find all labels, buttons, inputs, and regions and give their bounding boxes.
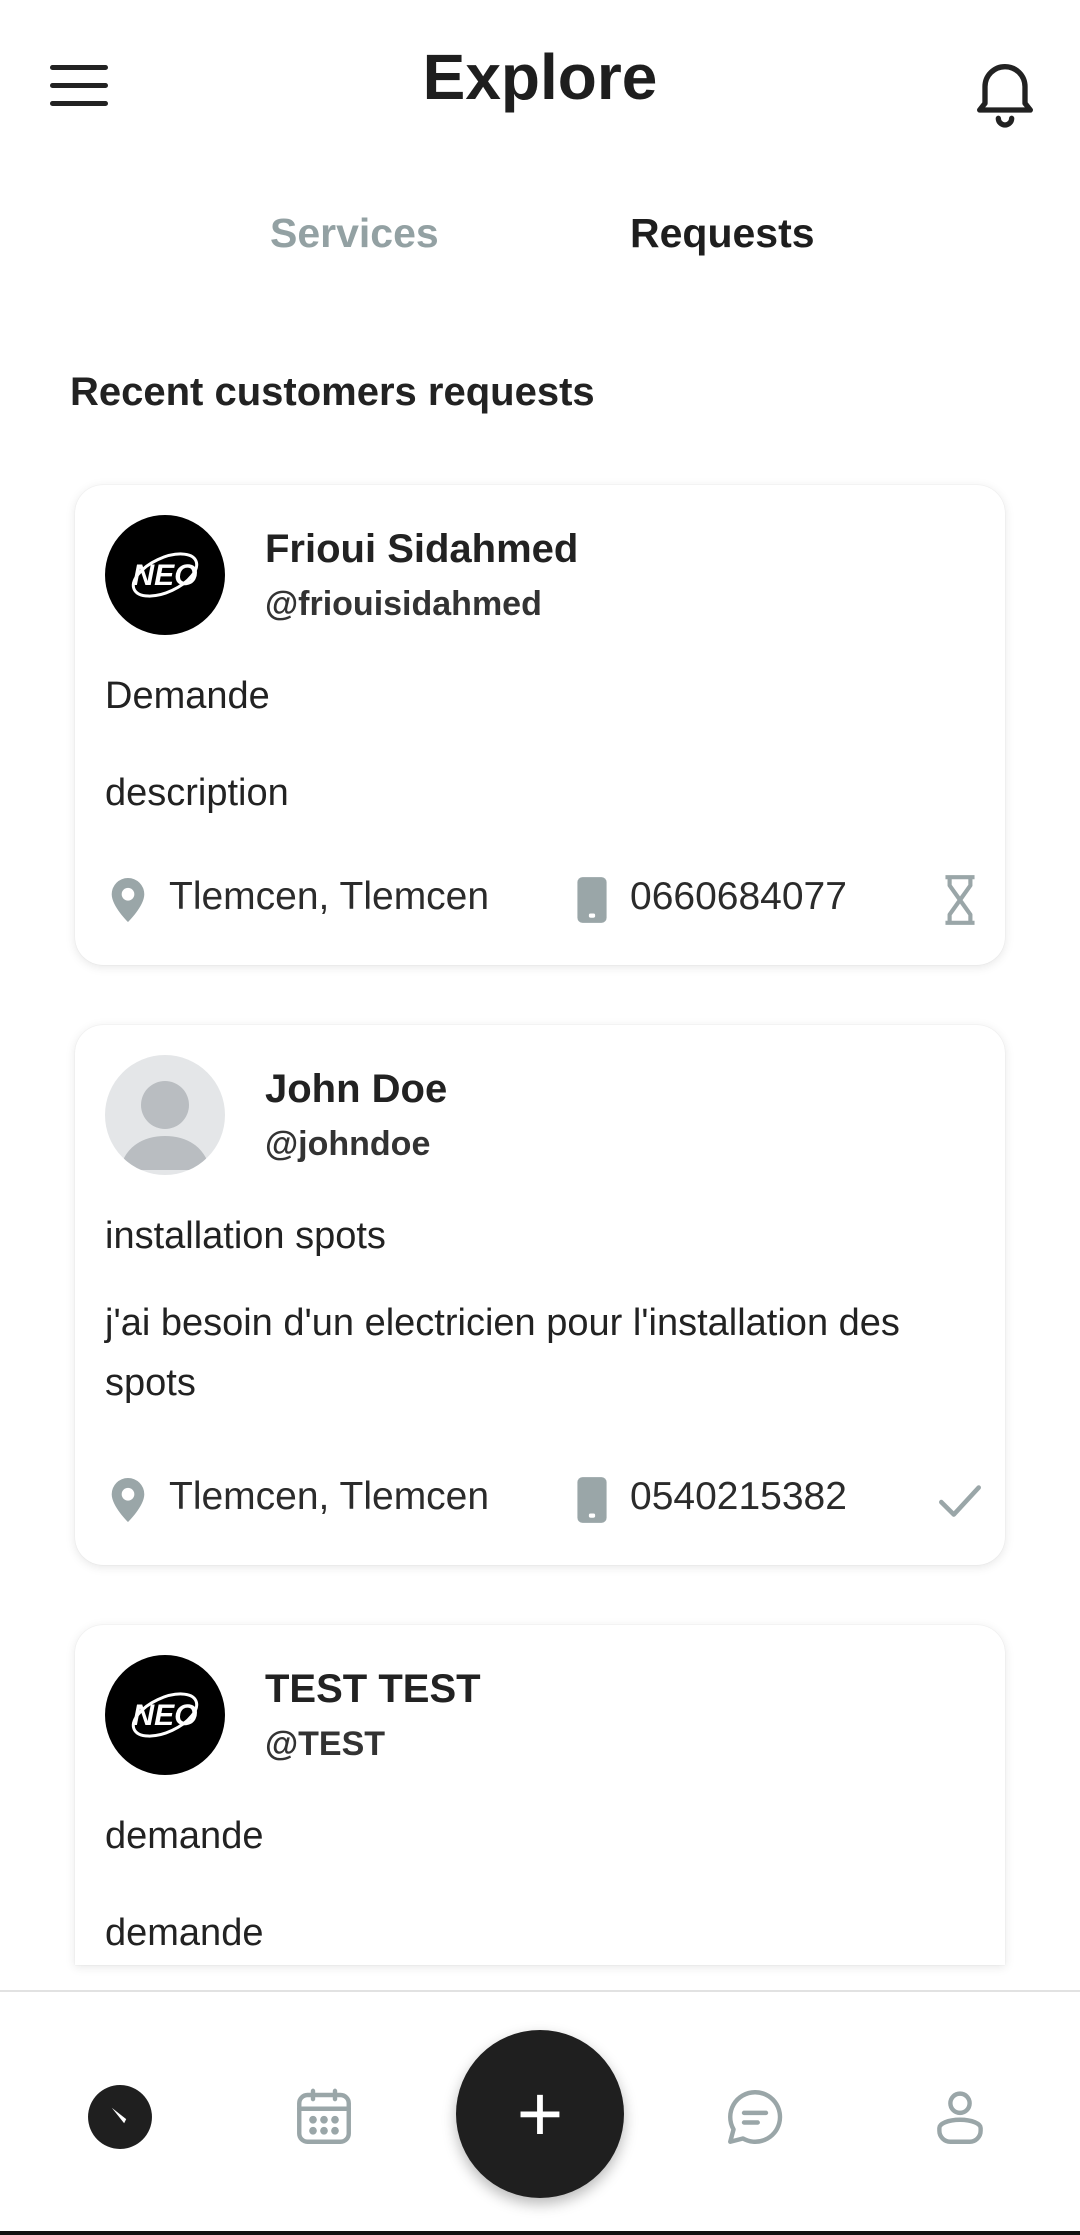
user-handle: @johndoe xyxy=(265,1125,431,1163)
request-meta: Tlemcen, Tlemcen 0540215382 xyxy=(105,1467,985,1527)
section-title: Recent customers requests xyxy=(70,370,595,414)
request-phone[interactable]: 0540215382 xyxy=(630,1475,847,1519)
bell-icon[interactable] xyxy=(965,50,1045,130)
default-user-icon xyxy=(120,1081,210,1170)
chat-icon[interactable] xyxy=(720,2082,790,2152)
user-name: TEST TEST xyxy=(265,1667,481,1711)
page-title: Explore xyxy=(422,41,658,113)
user-name: Frioui Sidahmed xyxy=(265,527,579,571)
location-pin-icon xyxy=(111,1477,145,1523)
calendar-icon[interactable] xyxy=(289,2082,359,2152)
avatar: NEO xyxy=(105,1655,225,1775)
explore-icon[interactable] xyxy=(85,2082,155,2152)
request-title: demande xyxy=(105,1815,264,1857)
phone-icon xyxy=(577,877,607,923)
neo-logo-icon: NEO xyxy=(131,552,199,598)
tab-services[interactable]: Services xyxy=(270,210,439,257)
request-title: installation spots xyxy=(105,1215,386,1257)
app-header: Explore xyxy=(0,0,1080,170)
user-name: John Doe xyxy=(265,1067,448,1111)
avatar xyxy=(105,1055,225,1175)
tab-bar: Services Requests xyxy=(0,210,1080,280)
request-title: Demande xyxy=(105,675,270,717)
request-phone[interactable]: 0660684077 xyxy=(630,875,847,919)
user-handle: @TEST xyxy=(265,1725,386,1763)
request-card[interactable]: NEO TEST TEST @TEST demande demande xyxy=(75,1625,1005,1965)
location-pin-icon xyxy=(111,877,145,923)
request-description: demande xyxy=(105,1912,264,1954)
bottom-navigation: + xyxy=(0,1990,1080,2235)
request-description: description xyxy=(105,772,289,814)
tab-requests[interactable]: Requests xyxy=(630,210,815,257)
request-card[interactable]: John Doe @johndoe installation spots j'a… xyxy=(75,1025,1005,1565)
profile-icon[interactable] xyxy=(925,2082,995,2152)
request-meta: Tlemcen, Tlemcen 0660684077 xyxy=(105,867,985,927)
user-handle: @friouisidahmed xyxy=(265,585,542,623)
svg-text:NEO: NEO xyxy=(132,559,197,592)
request-card[interactable]: NEO Frioui Sidahmed @friouisidahmed Dema… xyxy=(75,485,1005,965)
add-icon: + xyxy=(516,2069,564,2158)
avatar: NEO xyxy=(105,515,225,635)
system-gesture-bar xyxy=(0,2231,1080,2235)
svg-text:NEO: NEO xyxy=(132,1699,197,1732)
request-description: j'ai besoin d'un electricien pour l'inst… xyxy=(105,1302,900,1404)
add-request-button[interactable]: + xyxy=(456,2030,624,2198)
request-location: Tlemcen, Tlemcen xyxy=(169,1475,490,1518)
hourglass-icon xyxy=(945,875,975,925)
phone-icon xyxy=(577,1477,607,1523)
request-location: Tlemcen, Tlemcen xyxy=(169,875,490,918)
neo-logo-icon: NEO xyxy=(131,1692,199,1738)
check-icon xyxy=(939,1485,981,1517)
